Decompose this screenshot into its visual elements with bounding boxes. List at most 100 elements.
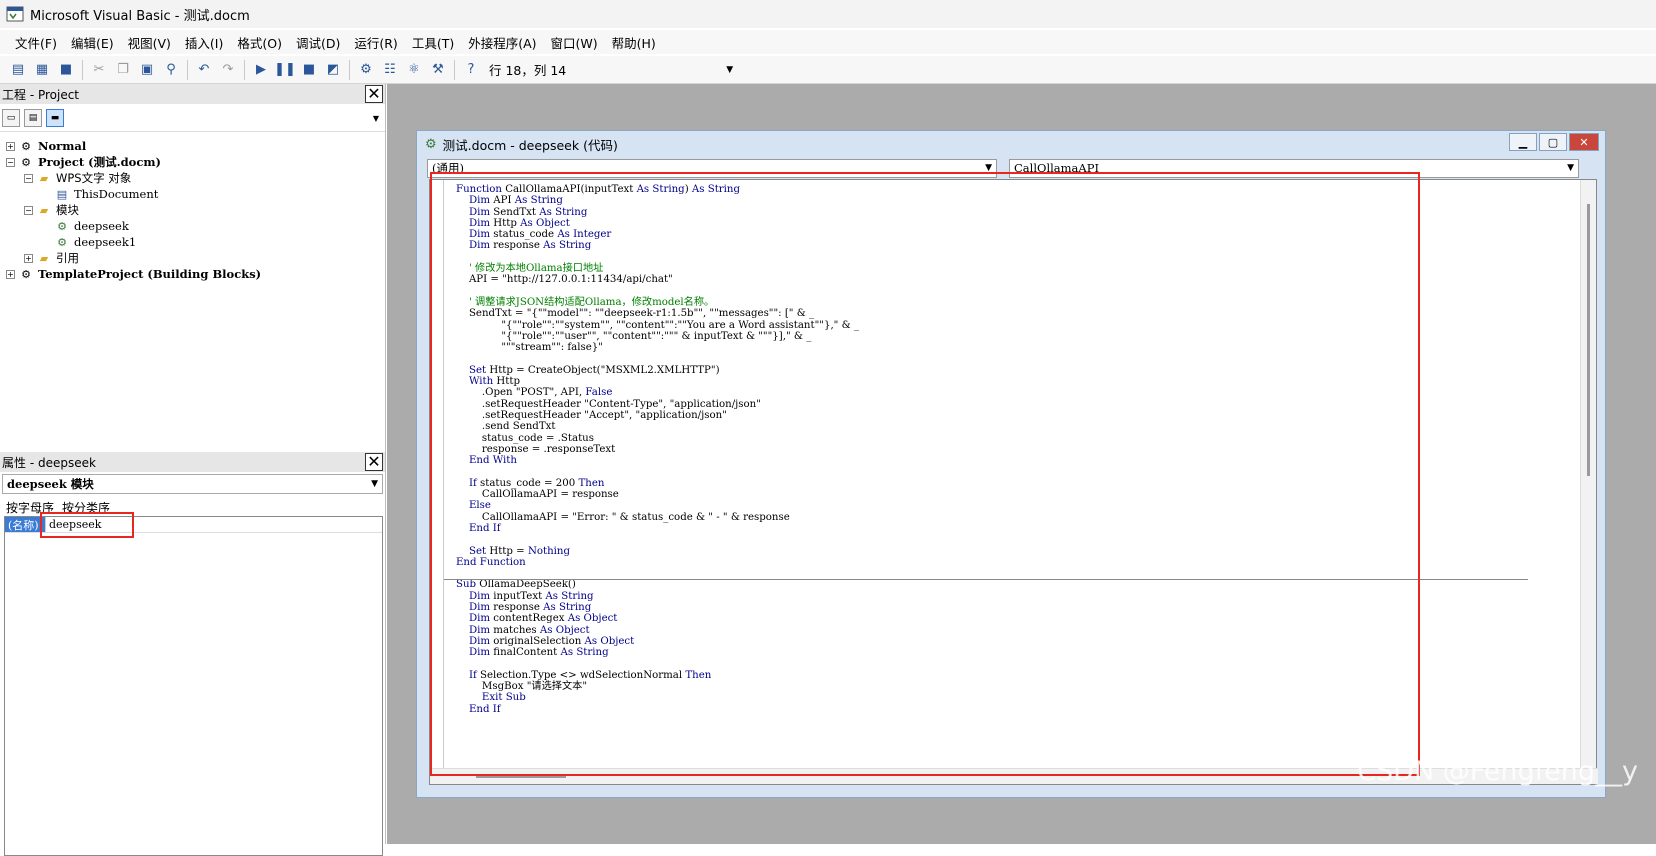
- collapse-icon[interactable]: −: [24, 173, 33, 183]
- tree-label: 模块: [56, 203, 79, 217]
- toolbar-separator: [454, 59, 455, 80]
- tree-node-normal[interactable]: + ⚙ Normal: [0, 138, 385, 154]
- paste-icon[interactable]: ▣: [137, 60, 157, 80]
- scroll-thumb[interactable]: [1587, 204, 1590, 476]
- tree-node-template[interactable]: + ⚙ TemplateProject (Building Blocks): [0, 266, 385, 282]
- find-icon[interactable]: ⚲: [161, 60, 181, 80]
- tree-label: Project (测试.docm): [38, 155, 161, 169]
- folder-icon: ▰: [39, 251, 49, 265]
- object-selector[interactable]: deepseek 模块 ▼: [2, 474, 383, 494]
- help-icon[interactable]: ?: [461, 60, 481, 80]
- module-icon: ⚙: [57, 235, 67, 249]
- vba-project-icon: ⚙: [21, 155, 31, 169]
- toolbar-separator: [349, 59, 350, 80]
- cursor-position: 行 18，列 14: [489, 63, 567, 78]
- chevron-down-icon[interactable]: ▼: [1567, 163, 1574, 173]
- close-icon[interactable]: ✕: [1569, 133, 1599, 151]
- tree-label: 引用: [56, 251, 79, 265]
- toolbar-options-icon[interactable]: ▼: [726, 65, 733, 75]
- view-object-icon[interactable]: ▤: [24, 108, 42, 127]
- object-selector-value: deepseek 模块: [7, 477, 94, 491]
- module-icon: ⚙: [57, 219, 67, 233]
- folder-open-icon: ▰: [39, 203, 49, 217]
- tree-node-deepseek1[interactable]: ⚙ deepseek1: [0, 234, 385, 250]
- toolbar-separator: [82, 59, 83, 80]
- object-browser-icon[interactable]: ⚛: [404, 60, 424, 80]
- menu-help[interactable]: 帮助(H): [612, 33, 656, 52]
- standard-toolbar: ▤ ▦ ■ ✂ ❐ ▣ ⚲ ↶ ↷ ▶ ❚❚ ■ ◩ ⚙ ☷ ⚛ ⚒ ? 行 1…: [0, 56, 1656, 84]
- stop-icon[interactable]: ■: [299, 60, 319, 80]
- menu-run[interactable]: 运行(R): [354, 33, 397, 52]
- save-icon[interactable]: ■: [56, 60, 76, 80]
- project-toolbar: ▭ ▤ ▬ ▼: [0, 104, 385, 132]
- vba-project-icon: ⚙: [21, 139, 31, 153]
- tree-node-deepseek[interactable]: ⚙ deepseek: [0, 218, 385, 234]
- vba-app-icon: [6, 6, 24, 22]
- copy-icon[interactable]: ❐: [113, 60, 133, 80]
- menu-bar: 文件(F) 编辑(E) 视图(V) 插入(I) 格式(O) 调试(D) 运行(R…: [0, 30, 1656, 54]
- document-icon: ▤: [56, 187, 68, 201]
- highlight-box-code: [430, 172, 1420, 776]
- toolbar-separator: [187, 59, 188, 80]
- window-controls: ▁ ▢ ✕: [1507, 133, 1599, 151]
- menu-addins[interactable]: 外接程序(A): [468, 33, 536, 52]
- toolbox-icon[interactable]: ⚒: [428, 60, 448, 80]
- tree-label: TemplateProject (Building Blocks): [38, 267, 262, 281]
- view-code-icon[interactable]: ▭: [2, 108, 20, 127]
- menu-debug[interactable]: 调试(D): [296, 33, 340, 52]
- minimize-icon[interactable]: ▁: [1509, 133, 1537, 151]
- title-bar: Microsoft Visual Basic - 测试.docm: [0, 0, 1656, 28]
- close-icon[interactable]: ✕: [365, 453, 383, 471]
- menu-tools[interactable]: 工具(T): [412, 33, 454, 52]
- tree-node-wps[interactable]: − ▰ WPS文字 对象: [0, 170, 385, 186]
- folder-icon: ▰: [39, 171, 49, 185]
- properties-header: 属性 - deepseek ✕: [0, 452, 385, 472]
- pause-icon[interactable]: ❚❚: [274, 60, 296, 80]
- collapse-icon[interactable]: −: [6, 157, 15, 167]
- vba-project-icon: ⚙: [21, 267, 31, 281]
- collapse-icon[interactable]: −: [24, 205, 33, 215]
- expand-icon[interactable]: +: [6, 269, 15, 279]
- menu-file[interactable]: 文件(F): [15, 33, 57, 52]
- undo-icon[interactable]: ↶: [194, 60, 214, 80]
- vertical-scrollbar[interactable]: [1580, 180, 1596, 770]
- toggle-folders-icon[interactable]: ▬: [46, 108, 64, 127]
- tree-label: deepseek1: [74, 235, 137, 249]
- code-window-titlebar: ⚙ 测试.docm - deepseek (代码) ▁ ▢ ✕: [417, 131, 1605, 157]
- tree-node-references[interactable]: + ▰ 引用: [0, 250, 385, 266]
- module-icon: ⚙: [425, 136, 437, 152]
- redo-icon[interactable]: ↷: [218, 60, 238, 80]
- highlight-box-name: [40, 512, 134, 538]
- menu-edit[interactable]: 编辑(E): [71, 33, 114, 52]
- project-title: 工程 - Project: [2, 87, 80, 102]
- project-explorer-icon[interactable]: ⚙: [356, 60, 376, 80]
- toolbar-separator: [244, 59, 245, 80]
- close-icon[interactable]: ✕: [365, 85, 383, 103]
- expand-icon[interactable]: +: [6, 141, 15, 151]
- tree-node-modules[interactable]: − ▰ 模块: [0, 202, 385, 218]
- tree-node-thisdocument[interactable]: ▤ ThisDocument: [0, 186, 385, 202]
- property-name: (名称): [5, 517, 45, 532]
- project-header: 工程 - Project ✕: [0, 84, 385, 104]
- insert-module-icon[interactable]: ▦: [32, 60, 52, 80]
- menu-window[interactable]: 窗口(W): [551, 33, 598, 52]
- run-icon[interactable]: ▶: [251, 60, 271, 80]
- menu-insert[interactable]: 插入(I): [185, 33, 223, 52]
- chevron-down-icon[interactable]: ▼: [371, 479, 378, 489]
- properties-window-icon[interactable]: ☷: [380, 60, 400, 80]
- window-title: Microsoft Visual Basic - 测试.docm: [30, 8, 250, 24]
- menu-view[interactable]: 视图(V): [128, 33, 171, 52]
- design-mode-icon[interactable]: ◩: [323, 60, 343, 80]
- code-window-title: 测试.docm - deepseek (代码): [442, 137, 618, 153]
- maximize-icon[interactable]: ▢: [1539, 133, 1567, 151]
- tree-node-project[interactable]: − ⚙ Project (测试.docm): [0, 154, 385, 170]
- project-tree: + ⚙ Normal − ⚙ Project (测试.docm) − ▰ WPS…: [0, 132, 385, 282]
- tree-label: deepseek: [74, 219, 129, 233]
- tree-label: ThisDocument: [74, 187, 159, 201]
- properties-window: 属性 - deepseek ✕ deepseek 模块 ▼ 按字母序 按分类序 …: [0, 452, 386, 856]
- chevron-down-icon[interactable]: ▼: [373, 114, 379, 123]
- expand-icon[interactable]: +: [24, 253, 33, 263]
- menu-format[interactable]: 格式(O): [237, 33, 282, 52]
- cut-icon[interactable]: ✂: [89, 60, 109, 80]
- view-word-icon[interactable]: ▤: [8, 60, 28, 80]
